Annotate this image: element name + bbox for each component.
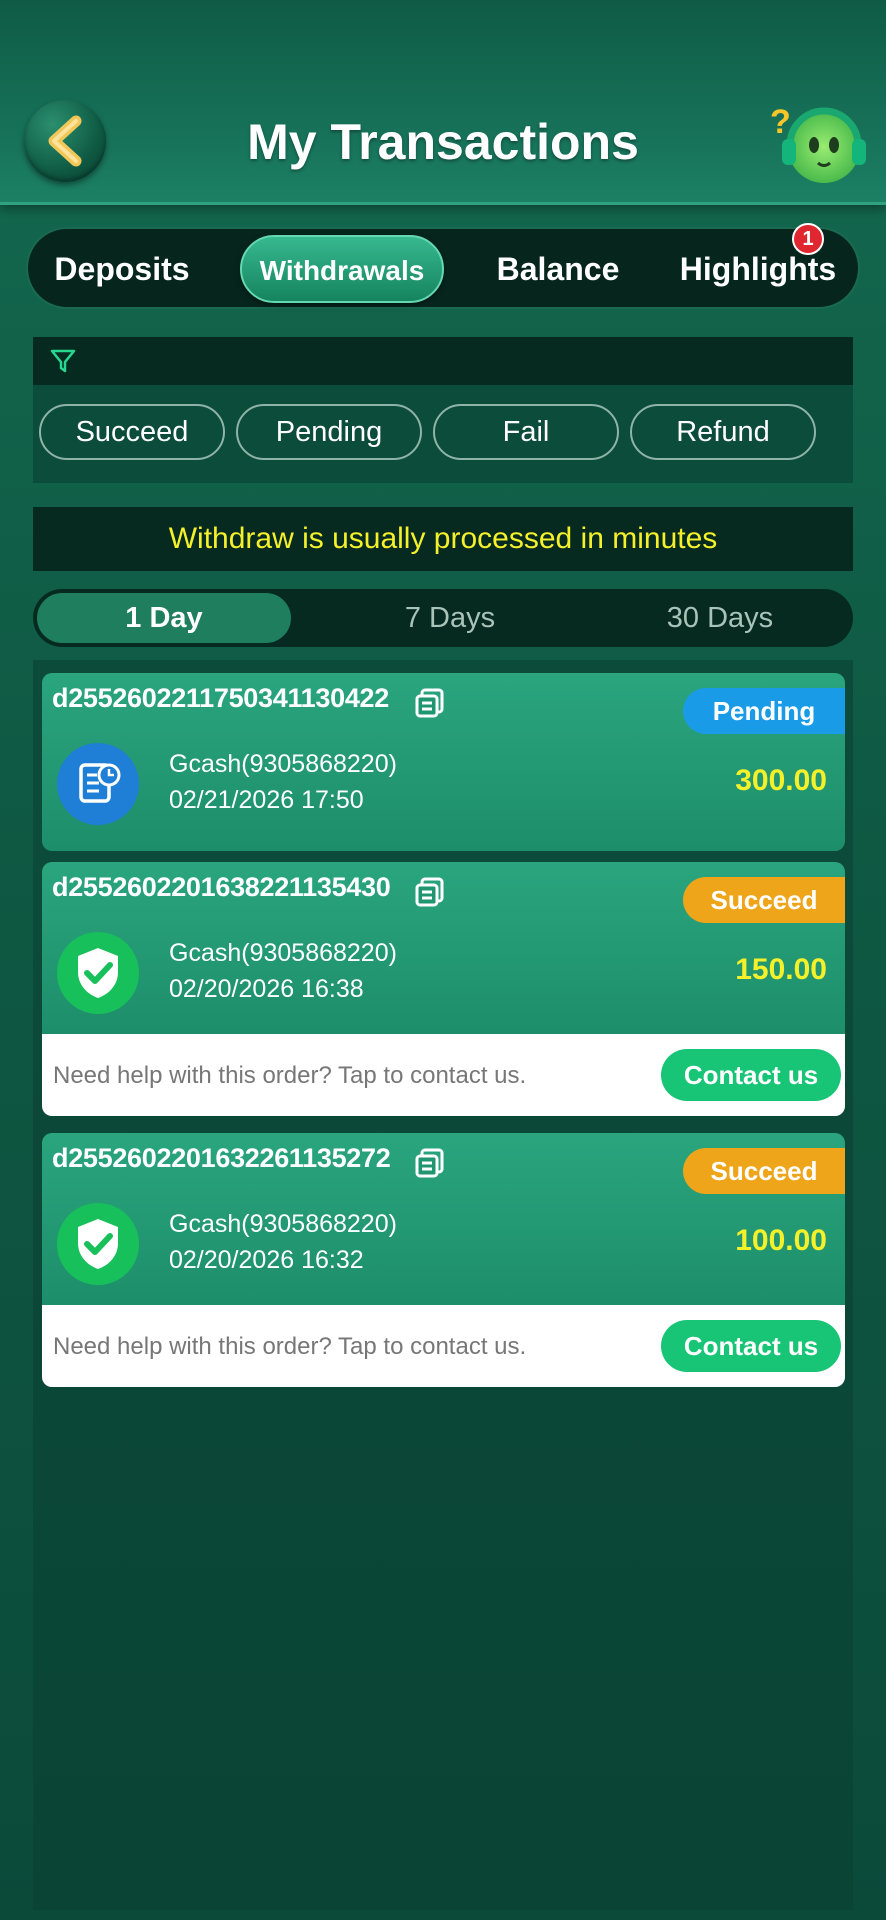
tab-deposits[interactable]: Deposits: [42, 235, 202, 303]
pending-icon: [57, 743, 139, 825]
transaction-date: 02/21/2026 17:50: [169, 786, 364, 814]
filter-chip-succeed[interactable]: Succeed: [39, 404, 225, 460]
tab-balance[interactable]: Balance: [478, 235, 638, 303]
shield-check-icon: [57, 1203, 139, 1285]
date-range-tabs: 1 Day 7 Days 30 Days: [33, 589, 853, 647]
filter-icon[interactable]: [49, 347, 77, 375]
filter-chip-pending[interactable]: Pending: [236, 404, 422, 460]
filter-chip-refund[interactable]: Refund: [630, 404, 816, 460]
filter-header: [33, 337, 853, 385]
help-text: Need help with this order? Tap to contac…: [53, 1062, 527, 1089]
help-row: Need help with this order? Tap to contac…: [42, 1305, 845, 1387]
transaction-type-tabs: Deposits Withdrawals Balance Highlights …: [26, 223, 860, 309]
filter-chip-fail[interactable]: Fail: [433, 404, 619, 460]
tab-7-days[interactable]: 7 Days: [323, 593, 577, 643]
copy-icon[interactable]: [414, 687, 446, 719]
help-text: Need help with this order? Tap to contac…: [53, 1333, 527, 1360]
transaction-amount: 100.00: [735, 1224, 827, 1257]
tab-highlights[interactable]: Highlights 1: [666, 223, 850, 303]
contact-us-button[interactable]: Contact us: [661, 1049, 841, 1101]
transaction-amount: 300.00: [735, 764, 827, 797]
transaction-id: d2552602201638221135430: [52, 872, 391, 902]
tab-30-days[interactable]: 30 Days: [593, 593, 847, 643]
contact-us-button[interactable]: Contact us: [661, 1320, 841, 1372]
status-badge: Succeed: [683, 1148, 845, 1194]
payment-method: Gcash(9305868220): [169, 1210, 397, 1238]
transaction-amount: 150.00: [735, 953, 827, 986]
support-headset-icon: ?: [770, 103, 866, 183]
status-filter-panel: Succeed Pending Fail Refund: [33, 337, 853, 483]
status-badge: Pending: [683, 688, 845, 734]
transaction-summary: d2552602211750341130422 Pending Gcash(93…: [42, 673, 845, 851]
app-header: My Transactions ?: [0, 0, 886, 205]
transaction-summary: d2552602201638221135430 Succeed Gcash(93…: [42, 862, 845, 1034]
transaction-date: 02/20/2026 16:32: [169, 1246, 364, 1274]
tab-1-day[interactable]: 1 Day: [37, 593, 291, 643]
copy-icon[interactable]: [414, 1147, 446, 1179]
transaction-card[interactable]: d2552602201638221135430 Succeed Gcash(93…: [42, 862, 845, 1116]
transaction-date: 02/20/2026 16:38: [169, 975, 364, 1003]
help-row: Need help with this order? Tap to contac…: [42, 1034, 845, 1116]
status-badge: Succeed: [683, 877, 845, 923]
page-title: My Transactions: [247, 114, 639, 170]
transaction-id: d2552602211750341130422: [52, 683, 389, 713]
transaction-card[interactable]: d2552602201632261135272 Succeed Gcash(93…: [42, 1133, 845, 1387]
transaction-card[interactable]: d2552602211750341130422 Pending Gcash(93…: [42, 673, 845, 851]
transaction-id: d2552602201632261135272: [52, 1143, 391, 1173]
shield-check-icon: [57, 932, 139, 1014]
tab-withdrawals[interactable]: Withdrawals: [240, 235, 444, 303]
payment-method: Gcash(9305868220): [169, 750, 397, 778]
tab-highlights-label: Highlights: [679, 251, 837, 287]
notification-badge: 1: [792, 223, 824, 255]
svg-text:?: ?: [770, 103, 791, 141]
support-button[interactable]: ?: [768, 95, 868, 190]
transaction-summary: d2552602201632261135272 Succeed Gcash(93…: [42, 1133, 845, 1305]
processing-notice: Withdraw is usually processed in minutes: [33, 507, 853, 571]
copy-icon[interactable]: [414, 876, 446, 908]
payment-method: Gcash(9305868220): [169, 939, 397, 967]
